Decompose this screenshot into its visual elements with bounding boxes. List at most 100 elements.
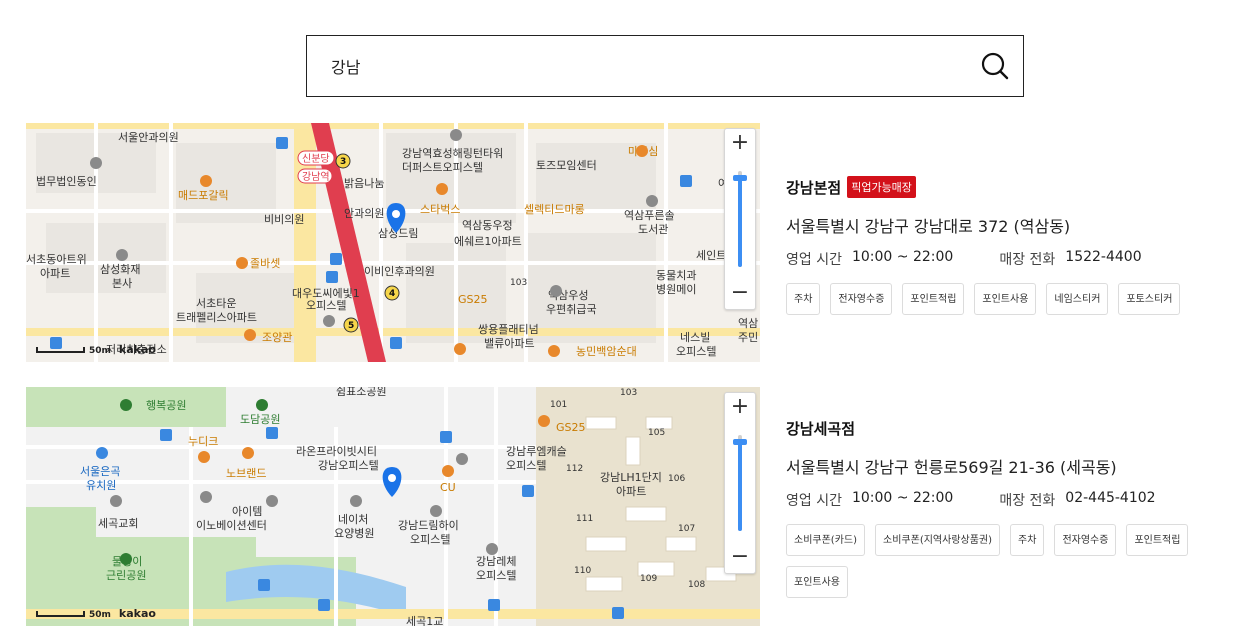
svg-text:역삼푸른솔: 역삼푸른솔 <box>624 209 675 222</box>
store-card-segok: 강남세곡점 서울특별시 강남구 헌릉로569길 21-36 (세곡동) 영업 시… <box>786 416 1226 598</box>
svg-text:행복공원: 행복공원 <box>146 399 186 412</box>
svg-text:서울은곡: 서울은곡 <box>80 465 120 478</box>
svg-text:병원메이: 병원메이 <box>656 283 696 296</box>
service-tag: 주차 <box>1010 524 1045 556</box>
store-address: 서울특별시 강남구 강남대로 372 (역삼동) <box>786 217 1071 236</box>
zoom-in-button[interactable]: + <box>725 393 755 423</box>
svg-text:매드포갈릭: 매드포갈릭 <box>178 188 229 202</box>
store-map-segok[interactable]: 행복공원 도담공원 쉼표소공원 103 101 GS25 105 누디크 노브랜… <box>26 387 760 626</box>
svg-text:도담공원: 도담공원 <box>240 413 280 426</box>
svg-text:오피스텔: 오피스텔 <box>506 459 546 472</box>
svg-text:세곡교회: 세곡교회 <box>98 517 138 530</box>
kakao-logo: kakao <box>118 343 156 356</box>
svg-text:오피스텔: 오피스텔 <box>410 533 450 546</box>
svg-text:네스빌: 네스빌 <box>680 331 710 344</box>
zoom-in-button[interactable]: + <box>725 129 755 159</box>
svg-text:누디크: 누디크 <box>188 435 218 448</box>
svg-text:스타벅스: 스타벅스 <box>420 203 460 216</box>
svg-text:강남오피스텔: 강남오피스텔 <box>318 459 379 472</box>
svg-text:강남LH1단지: 강남LH1단지 <box>600 471 662 484</box>
svg-text:농민백암순대: 농민백암순대 <box>576 345 637 358</box>
svg-text:졸바셋: 졸바셋 <box>250 257 280 270</box>
service-tag: 전자영수증 <box>830 283 893 315</box>
svg-text:오피스텔: 오피스텔 <box>306 299 346 312</box>
zoom-out-button[interactable]: − <box>725 279 755 309</box>
svg-text:노브랜드: 노브랜드 <box>226 467 266 480</box>
svg-text:에쉐르1아파트: 에쉐르1아파트 <box>454 235 522 248</box>
svg-text:역삼동우정: 역삼동우정 <box>462 219 513 232</box>
svg-text:세곡1교: 세곡1교 <box>406 615 443 626</box>
svg-text:110: 110 <box>574 566 591 576</box>
service-tags: 주차 전자영수증 포인트적립 포인트사용 네임스티커 포토스티커 <box>786 283 1226 315</box>
svg-text:강남역: 강남역 <box>302 171 330 183</box>
svg-text:쉼표소공원: 쉼표소공원 <box>336 387 387 398</box>
service-tag: 포인트적립 <box>1126 524 1189 556</box>
pickup-badge: 픽업가능매장 <box>847 176 916 198</box>
zoom-slider[interactable] <box>733 435 747 531</box>
svg-text:요양병원: 요양병원 <box>334 527 374 540</box>
zoom-slider-handle[interactable] <box>733 175 747 181</box>
svg-text:107: 107 <box>678 524 695 534</box>
store-name[interactable]: 강남본점 <box>786 177 841 198</box>
store-name[interactable]: 강남세곡점 <box>786 418 855 439</box>
service-tag: 포인트사용 <box>786 566 848 598</box>
map-scale: 50m kakao <box>36 607 156 620</box>
store-map-gangnam[interactable]: 서울안과의원 법무법인동인 매드포갈릭 비비의원 밝음나눔 안과의원 삼성드림 … <box>26 123 760 362</box>
svg-text:조양관: 조양관 <box>262 331 292 344</box>
svg-text:법무법인동인: 법무법인동인 <box>36 175 97 188</box>
phone-label: 매장 전화 <box>999 252 1056 268</box>
search-input[interactable] <box>331 36 951 96</box>
svg-text:서울안과의원: 서울안과의원 <box>118 131 179 144</box>
store-name-row: 강남본점 픽업가능매장 <box>786 175 1226 199</box>
svg-text:105: 105 <box>648 428 665 438</box>
hours-label: 영업 시간 <box>786 252 842 268</box>
svg-text:오피스텔: 오피스텔 <box>476 569 516 582</box>
hours-value: 10:00 ~ 22:00 <box>851 490 954 506</box>
service-tag: 포인트사용 <box>974 283 1037 315</box>
service-tag: 소비쿠폰(지역사랑상품권) <box>875 524 1001 556</box>
search-box <box>306 35 1024 97</box>
zoom-out-button[interactable]: − <box>725 543 755 573</box>
svg-text:우편취급국: 우편취급국 <box>546 303 597 316</box>
scale-bar <box>36 347 85 353</box>
svg-text:오피스텔: 오피스텔 <box>676 345 716 358</box>
svg-text:강남루엠캐슬: 강남루엠캐슬 <box>506 445 567 458</box>
store-meta: 영업 시간 10:00 ~ 22:00 매장 전화 1522-4400 <box>786 249 1226 269</box>
svg-text:서초동아트위: 서초동아트위 <box>26 253 87 266</box>
zoom-slider[interactable] <box>733 171 747 267</box>
svg-text:강남드림하이: 강남드림하이 <box>398 518 459 532</box>
store-meta: 영업 시간 10:00 ~ 22:00 매장 전화 02-445-4102 <box>786 490 1226 510</box>
svg-text:본사: 본사 <box>112 277 132 290</box>
map-canvas[interactable]: 행복공원 도담공원 쉼표소공원 103 101 GS25 105 누디크 노브랜… <box>26 387 760 626</box>
svg-text:더퍼스트오피스텔: 더퍼스트오피스텔 <box>402 161 483 174</box>
svg-text:유치원: 유치원 <box>86 479 116 492</box>
scale-bar <box>36 611 85 617</box>
svg-text:103: 103 <box>620 388 637 398</box>
service-tag: 포토스티커 <box>1118 283 1181 315</box>
svg-text:신분당: 신분당 <box>302 153 330 165</box>
svg-text:근린공원: 근린공원 <box>106 569 146 582</box>
svg-text:101: 101 <box>550 400 567 410</box>
svg-text:비비의원: 비비의원 <box>264 213 304 226</box>
svg-text:라온프라이빗시티: 라온프라이빗시티 <box>296 445 377 458</box>
svg-text:108: 108 <box>688 580 705 590</box>
svg-text:네이처: 네이처 <box>338 513 368 526</box>
service-tag: 네임스티커 <box>1046 283 1109 315</box>
store-name-row: 강남세곡점 <box>786 416 1226 440</box>
phone-value: 1522-4400 <box>1065 249 1142 265</box>
store-address: 서울특별시 강남구 헌릉로569길 21-36 (세곡동) <box>786 458 1117 477</box>
map-canvas[interactable]: 서울안과의원 법무법인동인 매드포갈릭 비비의원 밝음나눔 안과의원 삼성드림 … <box>26 123 760 362</box>
svg-text:111: 111 <box>576 514 593 524</box>
search-icon <box>981 52 1009 80</box>
svg-text:토즈모임센터: 토즈모임센터 <box>536 159 597 172</box>
service-tag: 주차 <box>786 283 821 315</box>
zoom-slider-handle[interactable] <box>733 439 747 445</box>
search-button[interactable] <box>979 50 1011 82</box>
svg-text:CU: CU <box>440 481 456 494</box>
scale-label: 50m <box>89 610 111 620</box>
service-tag: 포인트적립 <box>902 283 965 315</box>
svg-text:GS25: GS25 <box>556 421 586 434</box>
svg-text:서초타운: 서초타운 <box>196 297 236 310</box>
service-tag: 전자영수증 <box>1054 524 1117 556</box>
svg-text:아파트: 아파트 <box>40 267 70 280</box>
